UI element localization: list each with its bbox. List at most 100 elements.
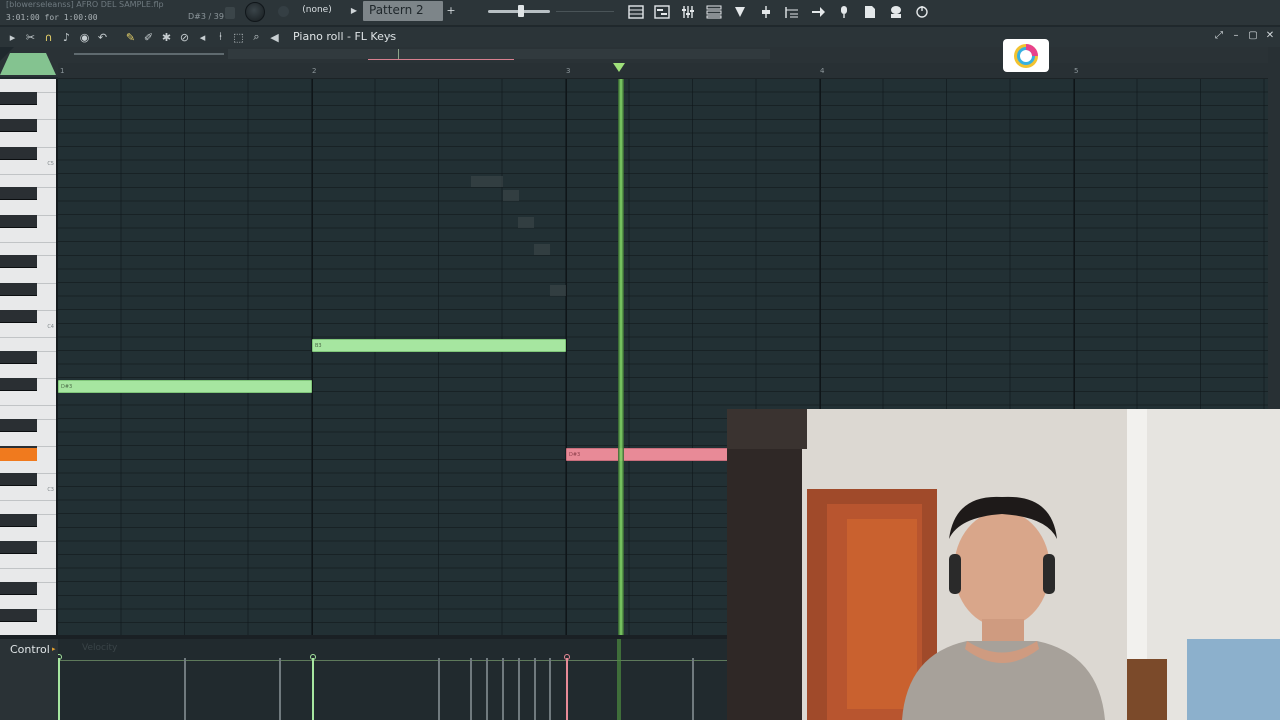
app-badge[interactable] bbox=[1003, 39, 1049, 72]
black-key[interactable] bbox=[0, 540, 37, 554]
select-tool-icon[interactable]: ⬚ bbox=[230, 28, 247, 46]
velocity-lane[interactable]: Velocity bbox=[58, 639, 728, 720]
render-icon[interactable] bbox=[884, 1, 907, 23]
play-icon[interactable]: ▸ bbox=[4, 28, 21, 46]
black-key[interactable] bbox=[0, 472, 37, 486]
horizontal-scroll-thumb[interactable] bbox=[74, 53, 224, 55]
webcam-feed-image bbox=[727, 409, 1280, 720]
note-label: D#3 bbox=[61, 384, 73, 390]
piano-roll-title[interactable]: Piano roll - FL Keys bbox=[293, 30, 396, 43]
play-arrow-icon[interactable]: ▶ bbox=[348, 4, 360, 18]
black-key[interactable] bbox=[0, 608, 37, 622]
black-key[interactable] bbox=[0, 187, 37, 201]
white-key-divider bbox=[0, 404, 56, 406]
velocity-handle[interactable] bbox=[310, 654, 316, 660]
velocity-level-line bbox=[58, 660, 728, 661]
note-icon[interactable]: ♪ bbox=[58, 28, 75, 46]
record-icon[interactable]: ◉ bbox=[76, 28, 93, 46]
slip-tool-icon[interactable]: ◂ bbox=[194, 28, 211, 46]
channel-rack-icon[interactable] bbox=[702, 1, 725, 23]
velocity-bar[interactable] bbox=[502, 658, 504, 720]
pattern-selector[interactable]: Pattern 2 bbox=[363, 1, 443, 21]
refresh-icon[interactable] bbox=[910, 1, 933, 23]
black-key[interactable] bbox=[0, 146, 37, 160]
velocity-bar[interactable] bbox=[470, 658, 472, 720]
detach-button[interactable]: ⤢ bbox=[1213, 29, 1225, 43]
piano-keyboard[interactable]: C5 C4 C3 bbox=[0, 79, 58, 635]
velocity-bar[interactable] bbox=[310, 654, 316, 720]
black-key[interactable] bbox=[0, 92, 37, 106]
close-button[interactable]: ✕ bbox=[1264, 29, 1276, 43]
velocity-bar[interactable] bbox=[184, 658, 186, 720]
velocity-bar[interactable] bbox=[534, 658, 536, 720]
black-key[interactable] bbox=[0, 581, 37, 595]
master-volume-knob[interactable] bbox=[245, 2, 265, 22]
overview-track[interactable] bbox=[228, 49, 770, 59]
file-icon[interactable] bbox=[858, 1, 881, 23]
delete-tool-icon[interactable]: ✱ bbox=[158, 28, 175, 46]
zoom-tool-icon[interactable]: ⌕ bbox=[248, 28, 265, 46]
playback-tool-icon[interactable]: ◀ bbox=[266, 28, 283, 46]
time-display: 3:01:00 for 1:00:00 bbox=[6, 13, 98, 22]
minimize-button[interactable]: – bbox=[1230, 29, 1242, 43]
add-pattern-button[interactable]: + bbox=[445, 2, 457, 20]
step-sequencer-icon[interactable] bbox=[754, 1, 777, 23]
arrow-icon[interactable] bbox=[806, 1, 829, 23]
mute-tool-icon[interactable]: ⊘ bbox=[176, 28, 193, 46]
black-key[interactable] bbox=[0, 282, 37, 296]
piano-roll-toolbar: ▸ ✂ ∩ ♪ ◉ ↶ ✎ ✐ ✱ ⊘ ◂ ⍿ ⬚ ⌕ ◀ Piano roll… bbox=[0, 27, 1280, 47]
snap-dial[interactable] bbox=[278, 6, 289, 17]
undo-icon[interactable]: ↶ bbox=[94, 28, 111, 46]
playhead-marker-icon[interactable] bbox=[613, 63, 625, 72]
note[interactable]: D#3 bbox=[566, 448, 728, 461]
velocity-bar[interactable] bbox=[564, 654, 570, 720]
black-key[interactable] bbox=[0, 309, 37, 323]
window-buttons: ⤢ – ▢ ✕ bbox=[1213, 29, 1276, 43]
black-key[interactable] bbox=[0, 377, 37, 391]
timeline-ruler[interactable]: 1 2 3 4 5 bbox=[58, 63, 1268, 79]
title-arrow-icon[interactable]: ▸ bbox=[388, 31, 392, 40]
plugin-picker-icon[interactable] bbox=[728, 1, 751, 23]
pitch-knob[interactable] bbox=[225, 7, 235, 19]
paint-tool-icon[interactable]: ✐ bbox=[140, 28, 157, 46]
black-key[interactable] bbox=[0, 119, 37, 133]
slice-tool-icon[interactable]: ⍿ bbox=[212, 28, 229, 46]
playlist-icon[interactable] bbox=[624, 1, 647, 23]
black-key[interactable] bbox=[0, 513, 37, 527]
control-selector[interactable]: Control bbox=[10, 643, 50, 656]
black-key[interactable] bbox=[0, 418, 37, 432]
channel-select[interactable]: (none) bbox=[293, 2, 341, 20]
control-arrow-icon[interactable]: ▸ bbox=[52, 645, 56, 653]
velocity-bar[interactable] bbox=[438, 658, 440, 720]
velocity-bar[interactable] bbox=[549, 658, 551, 720]
bar-number: 4 bbox=[820, 67, 825, 75]
app-logo-icon bbox=[1014, 43, 1038, 68]
velocity-bar[interactable] bbox=[279, 658, 281, 720]
velocity-bar[interactable] bbox=[518, 658, 520, 720]
black-key[interactable] bbox=[0, 350, 37, 364]
playhead[interactable] bbox=[618, 79, 624, 635]
pencil-tool-icon[interactable]: ✎ bbox=[122, 28, 139, 46]
mixer-icon[interactable] bbox=[676, 1, 699, 23]
velocity-handle[interactable] bbox=[564, 654, 570, 660]
browser-icon[interactable] bbox=[780, 1, 803, 23]
ghost-note bbox=[503, 190, 519, 201]
highlighted-key[interactable] bbox=[0, 448, 37, 461]
fl-studio-window: [blowerseleanss] AFRO DEL SAMPLE.flp 3:0… bbox=[0, 0, 1280, 720]
bar-line bbox=[312, 79, 313, 635]
keyboard-corner-tab[interactable] bbox=[0, 47, 58, 77]
velocity-bar[interactable] bbox=[692, 658, 694, 720]
tempo-slider-thumb[interactable] bbox=[518, 5, 524, 17]
magnet-snap-icon[interactable]: ∩ bbox=[40, 28, 57, 46]
piano-roll-icon[interactable] bbox=[650, 1, 673, 23]
velocity-bar[interactable] bbox=[58, 654, 62, 720]
maximize-button[interactable]: ▢ bbox=[1247, 29, 1259, 43]
black-key[interactable] bbox=[0, 214, 37, 228]
black-key[interactable] bbox=[0, 255, 37, 269]
velocity-bar[interactable] bbox=[486, 658, 488, 720]
note[interactable]: D#3 bbox=[58, 380, 312, 393]
note[interactable]: B3 bbox=[312, 339, 566, 352]
overview-scrollbar[interactable] bbox=[58, 47, 1280, 63]
menu-tools-icon[interactable]: ✂ bbox=[22, 28, 39, 46]
microphone-icon[interactable] bbox=[832, 1, 855, 23]
